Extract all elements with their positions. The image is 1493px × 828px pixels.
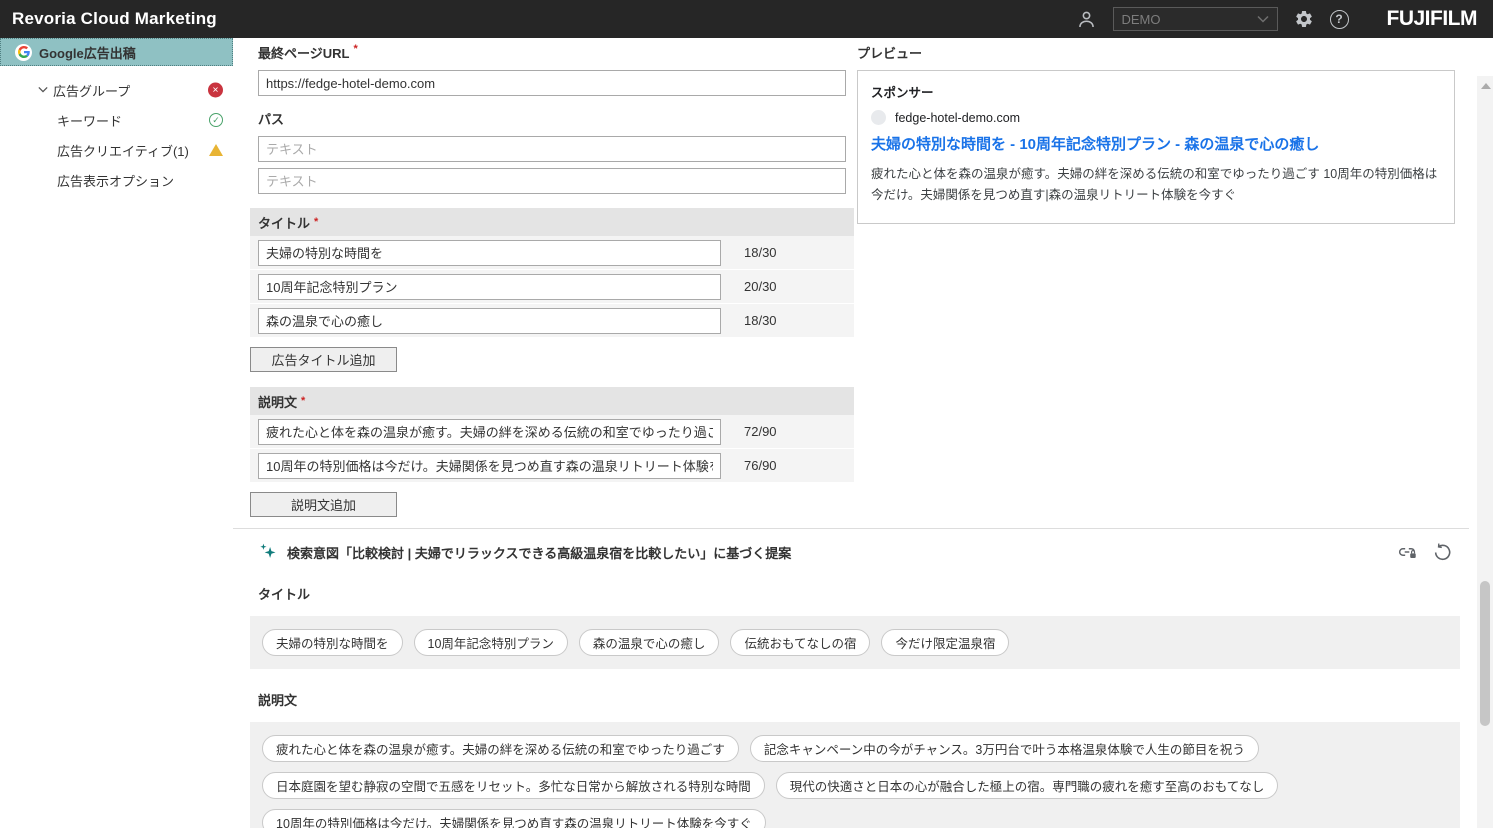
sponsor-label: スポンサー [871, 82, 1441, 101]
description-chip[interactable]: 疲れた心と体を森の温泉が癒す。夫婦の絆を深める伝統の和室でゆったり過ごす [262, 735, 739, 762]
sidebar-item-keywords[interactable]: キーワード ✓ [0, 105, 233, 135]
check-status-icon: ✓ [209, 113, 223, 127]
sidebar-item-ad-group[interactable]: 広告グループ ✕ [0, 75, 233, 105]
description-section: 説明文* 72/90 76/90 説明文追加 [250, 387, 854, 517]
suggestion-title-label: タイトル [258, 584, 1469, 603]
description-row: 76/90 [250, 449, 854, 483]
description-row: 72/90 [250, 415, 854, 449]
fujifilm-logo: FUJIFILM [1387, 7, 1478, 31]
title-section-header: タイトル* [250, 208, 854, 236]
sidebar-item-label: 広告表示オプション [57, 171, 174, 190]
char-count: 18/30 [744, 313, 777, 328]
description-section-header: 説明文* [250, 387, 854, 415]
path-input-2[interactable] [258, 168, 846, 194]
sidebar-item-ad-extensions[interactable]: 広告表示オプション [0, 165, 233, 195]
description-chip[interactable]: 記念キャンペーン中の今がチャンス。3万円台で叶う本格温泉体験で人生の節目を祝う [750, 735, 1259, 762]
char-count: 20/30 [744, 279, 777, 294]
ai-sparkle-icon [258, 542, 278, 562]
vertical-scrollbar[interactable] [1477, 76, 1493, 828]
chevron-down-icon [1257, 15, 1269, 23]
sidebar-item-label: 広告クリエイティブ(1) [57, 141, 189, 160]
chevron-down-icon [38, 85, 48, 96]
char-count: 72/90 [744, 424, 777, 439]
char-count: 18/30 [744, 245, 777, 260]
preview-label: プレビュー [857, 43, 1455, 62]
account-select[interactable]: DEMO [1113, 7, 1278, 31]
title-chip[interactable]: 森の温泉で心の癒し [579, 629, 720, 656]
scrollbar-thumb[interactable] [1480, 581, 1490, 726]
final-url-label: 最終ページURL* [258, 43, 846, 62]
preview-panel: プレビュー スポンサー fedge-hotel-demo.com 夫婦の特別な時… [857, 43, 1455, 517]
user-icon[interactable] [1076, 9, 1097, 30]
path-label: パス [258, 109, 846, 128]
title-chip[interactable]: 10周年記念特別プラン [414, 629, 568, 656]
title-chip[interactable]: 伝統おもてなしの宿 [730, 629, 870, 656]
top-bar: Revoria Cloud Marketing DEMO ? FUJIFILM [0, 0, 1493, 38]
sidebar-item-label: Google広告出稿 [39, 43, 136, 62]
path-input-1[interactable] [258, 136, 846, 162]
ad-preview-card: スポンサー fedge-hotel-demo.com 夫婦の特別な時間を - 1… [857, 70, 1455, 224]
settings-gear-icon[interactable] [1294, 9, 1314, 29]
title-row: 18/30 [250, 304, 854, 338]
sidebar-item-google-ads[interactable]: Google広告出稿 [0, 38, 233, 66]
suggestion-header: 検索意図「比較検討 | 夫婦でリラックスできる高級温泉宿を比較したい」に基づく提… [287, 543, 791, 562]
error-status-icon: ✕ [208, 83, 223, 98]
sidebar: Google広告出稿 広告グループ ✕ キーワード ✓ 広告クリエイティブ(1)… [0, 38, 233, 828]
preview-domain: fedge-hotel-demo.com [895, 111, 1020, 125]
title-input-2[interactable] [258, 274, 721, 300]
link-lock-icon[interactable] [1396, 541, 1418, 563]
title-chip[interactable]: 今だけ限定温泉宿 [881, 629, 1009, 656]
preview-ad-description: 疲れた心と体を森の温泉が癒す。夫婦の絆を深める伝統の和室でゆったり過ごす 10周… [871, 164, 1441, 208]
description-chip[interactable]: 10周年の特別価格は今だけ。夫婦関係を見つめ直す森の温泉リトリート体験を今すぐ [262, 809, 766, 828]
refresh-icon[interactable] [1432, 542, 1453, 563]
title-section: タイトル* 18/30 20/30 18/30 広告タイトル追加 [250, 208, 854, 372]
title-input-1[interactable] [258, 240, 721, 266]
required-asterisk: * [301, 395, 305, 407]
add-title-button[interactable]: 広告タイトル追加 [250, 347, 397, 372]
help-icon[interactable]: ? [1330, 10, 1349, 29]
required-asterisk: * [314, 216, 318, 228]
app-title: Revoria Cloud Marketing [12, 9, 217, 29]
required-asterisk: * [353, 43, 357, 55]
title-row: 20/30 [250, 270, 854, 304]
title-row: 18/30 [250, 236, 854, 270]
warning-status-icon [209, 144, 223, 156]
suggestion-description-label: 説明文 [258, 690, 1469, 709]
description-chips-band: 疲れた心と体を森の温泉が癒す。夫婦の絆を深める伝統の和室でゆったり過ごす 記念キ… [250, 722, 1460, 828]
sidebar-item-label: 広告グループ [53, 81, 130, 100]
google-g-icon [15, 44, 32, 61]
title-input-3[interactable] [258, 308, 721, 334]
favicon-placeholder-icon [871, 110, 886, 125]
description-chip[interactable]: 日本庭園を望む静寂の空間で五感をリセット。多忙な日常から解放される特別な時間 [262, 772, 765, 799]
description-chip[interactable]: 現代の快適さと日本の心が融合した極上の宿。専門職の疲れを癒す至高のおもてなし [776, 772, 1279, 799]
description-input-1[interactable] [258, 419, 721, 445]
preview-ad-title: 夫婦の特別な時間を - 10周年記念特別プラン - 森の温泉で心の癒し [871, 135, 1441, 155]
scroll-up-arrow-icon[interactable] [1481, 83, 1491, 89]
description-input-2[interactable] [258, 453, 721, 479]
sidebar-item-ad-creative[interactable]: 広告クリエイティブ(1) [0, 135, 233, 165]
char-count: 76/90 [744, 458, 777, 473]
title-chip[interactable]: 夫婦の特別な時間を [262, 629, 403, 656]
sidebar-item-label: キーワード [57, 111, 122, 130]
title-chips-band: 夫婦の特別な時間を 10周年記念特別プラン 森の温泉で心の癒し 伝統おもてなしの… [250, 616, 1460, 669]
add-description-button[interactable]: 説明文追加 [250, 492, 397, 517]
account-select-value: DEMO [1122, 12, 1161, 27]
main-content: 最終ページURL* パス タイトル* 18/30 [233, 38, 1469, 828]
final-url-input[interactable] [258, 70, 846, 96]
